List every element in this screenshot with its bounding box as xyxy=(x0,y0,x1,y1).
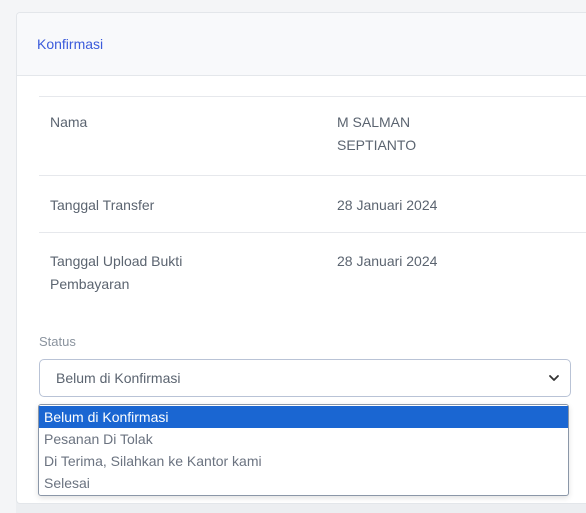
detail-value: 28 Januari 2024 xyxy=(337,197,438,213)
status-option[interactable]: Selesai xyxy=(39,472,568,494)
detail-label: Tanggal Transfer xyxy=(50,197,155,213)
status-option[interactable]: Belum di Konfirmasi xyxy=(39,406,568,428)
status-option[interactable]: Pesanan Di Tolak xyxy=(39,428,568,450)
status-label: Status xyxy=(39,334,76,349)
detail-value: M SALMAN SEPTIANTO xyxy=(337,114,417,153)
chevron-down-icon xyxy=(549,375,559,381)
detail-row-tanggal-transfer: Tanggal Transfer 28 Januari 2024 xyxy=(39,175,586,232)
status-select[interactable]: Belum di Konfirmasi xyxy=(39,359,571,397)
status-dropdown-list: Belum di Konfirmasi Pesanan Di Tolak Di … xyxy=(38,404,569,496)
detail-row-tanggal-upload: Tanggal Upload Bukti Pembayaran 28 Janua… xyxy=(39,232,586,312)
detail-row-nama: Nama M SALMAN SEPTIANTO xyxy=(39,96,586,175)
detail-label: Tanggal Upload Bukti Pembayaran xyxy=(50,253,183,292)
status-select-value: Belum di Konfirmasi xyxy=(56,370,181,386)
detail-value: 28 Januari 2024 xyxy=(337,253,438,269)
card-title: Konfirmasi xyxy=(37,36,104,52)
status-option[interactable]: Di Terima, Silahkan ke Kantor kami xyxy=(39,450,568,472)
details-table: Nama M SALMAN SEPTIANTO Tanggal Transfer… xyxy=(39,96,586,312)
detail-label: Nama xyxy=(50,114,88,130)
card-header: Konfirmasi xyxy=(17,13,586,76)
